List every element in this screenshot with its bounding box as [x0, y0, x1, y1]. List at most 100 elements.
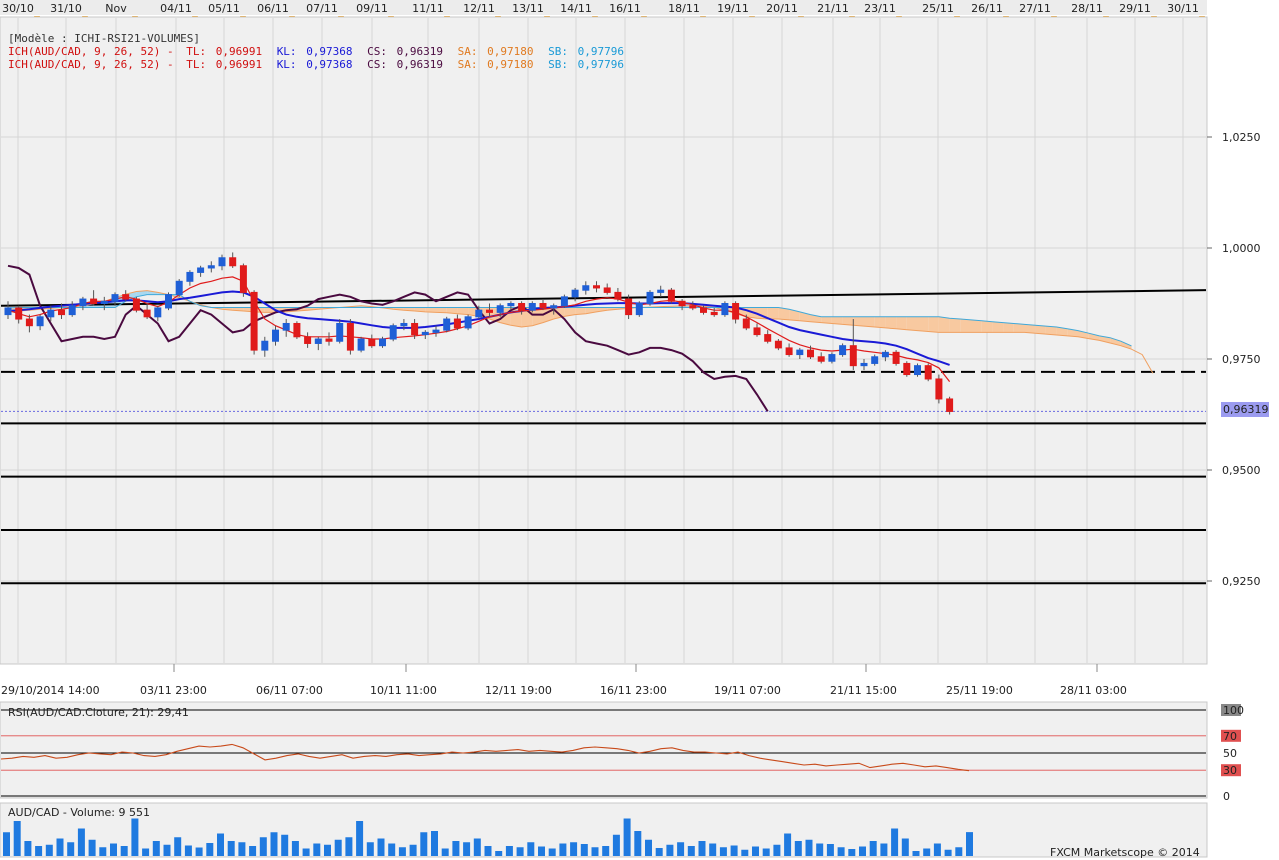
legend-kl-value: 0,97368: [306, 45, 352, 58]
model-label: [Modèle : ICHI-RSI21-VOLUMES]: [8, 32, 200, 45]
candle-body: [421, 331, 429, 336]
cloud-segment: [906, 316, 918, 331]
volume-bar: [655, 848, 663, 856]
current-price-label: 0,96319: [1223, 403, 1269, 416]
volume-bar: [794, 841, 802, 856]
volume-bar: [227, 841, 235, 856]
volume-bar: [67, 842, 75, 856]
timeline-label: 31/10: [50, 2, 82, 15]
cloud-segment: [767, 307, 779, 320]
candle-body: [432, 329, 440, 333]
candle-body: [860, 362, 868, 367]
candle-body: [871, 356, 879, 364]
cloud-segment: [928, 316, 939, 333]
timeline-label: 09/11: [356, 2, 388, 15]
volume-bar: [24, 841, 32, 856]
volume-bar: [912, 851, 920, 856]
candle-body: [197, 267, 205, 273]
candle-body: [368, 338, 376, 347]
volume-bar: [837, 847, 845, 856]
volume-bar: [409, 844, 417, 856]
candle-body: [111, 294, 119, 302]
volume-bar: [955, 847, 963, 856]
candle-body: [560, 296, 568, 307]
volume-bar: [826, 844, 834, 856]
volume-bar: [56, 838, 64, 856]
candle-body: [314, 338, 322, 344]
volume-bar: [142, 848, 150, 856]
legend-sb-value: 0,97796: [578, 45, 624, 58]
time-axis-label: 03/11 23:00: [140, 684, 207, 697]
ichimoku-legend-2: ICH(AUD/CAD, 9, 26, 52) - TL: 0,96991 KL…: [8, 58, 624, 71]
cloud-segment: [938, 316, 950, 333]
time-axis-label: 12/11 19:00: [485, 684, 552, 697]
candle-body: [165, 294, 172, 309]
volume-bar: [441, 848, 449, 856]
legend-cs-label: CS:: [367, 58, 387, 71]
legend-sa-label: SA:: [458, 45, 478, 58]
time-axis-label: 25/11 19:00: [946, 684, 1013, 697]
volume-bar: [880, 843, 888, 856]
timeline-label: 21/11: [817, 2, 849, 15]
candle-body: [389, 325, 397, 340]
volume-bar: [120, 846, 128, 856]
candle-body: [710, 311, 718, 316]
volume-bar: [891, 828, 899, 856]
candle-body: [571, 289, 579, 298]
price-pane[interactable]: [0, 16, 1208, 665]
cloud-segment: [992, 321, 1004, 333]
candle-body: [293, 322, 301, 338]
volume-bar: [345, 837, 353, 856]
volume-bar: [99, 847, 107, 856]
candle-body: [892, 351, 900, 364]
volume-bar: [324, 844, 331, 856]
cloud-segment: [864, 316, 875, 328]
candle-body: [250, 291, 258, 351]
volume-bar: [591, 847, 599, 856]
volume-bar: [645, 839, 652, 856]
volume-bar: [505, 846, 513, 856]
volume-bar: [45, 844, 53, 856]
volume-bar: [281, 834, 289, 856]
candle-body: [582, 285, 590, 291]
timeline-label: 14/11: [560, 2, 592, 15]
volume-bar: [602, 846, 610, 856]
candle-body: [635, 303, 643, 316]
volume-bar: [933, 843, 941, 856]
rsi-level-label: 0: [1223, 790, 1230, 803]
candle-body: [539, 303, 547, 309]
volume-bar: [313, 843, 321, 856]
candle-body: [325, 338, 333, 342]
legend-sa-label: SA:: [458, 58, 478, 71]
volume-bar: [3, 832, 10, 856]
time-axis-label: 29/10/2014 14:00: [1, 684, 100, 697]
rsi-level-label: 100: [1223, 704, 1244, 717]
candle-body: [207, 265, 215, 269]
legend-sb-value: 0,97796: [578, 58, 624, 71]
volume-bar: [848, 849, 856, 856]
candle-body: [175, 280, 183, 296]
legend-tl-label: TL:: [186, 58, 206, 71]
volume-bar: [88, 839, 96, 856]
volume-bar: [110, 843, 117, 856]
volume-bar: [398, 847, 406, 856]
timeline-label: 28/11: [1071, 2, 1103, 15]
candle-body: [346, 322, 354, 351]
footer-copyright: FXCM Marketscope © 2014: [1050, 846, 1200, 859]
legend-kl-value: 0,97368: [306, 58, 352, 71]
volume-bar: [944, 849, 952, 856]
volume-bar: [249, 846, 257, 856]
timeline-label: 26/11: [971, 2, 1003, 15]
legend-kl-label: KL:: [277, 58, 297, 71]
cloud-segment: [917, 316, 929, 332]
time-axis-label: 06/11 07:00: [256, 684, 323, 697]
legend-sa-value: 0,97180: [487, 58, 533, 71]
volume-bar: [559, 843, 567, 856]
candle-body: [753, 327, 761, 336]
cloud-segment: [971, 319, 982, 333]
legend-kl-label: KL:: [277, 45, 297, 58]
time-axis-label: 10/11 11:00: [370, 684, 437, 697]
candle-body: [657, 289, 665, 293]
volume-title: AUD/CAD - Volume: 9 551: [8, 806, 150, 819]
legend-sb-label: SB:: [548, 45, 568, 58]
